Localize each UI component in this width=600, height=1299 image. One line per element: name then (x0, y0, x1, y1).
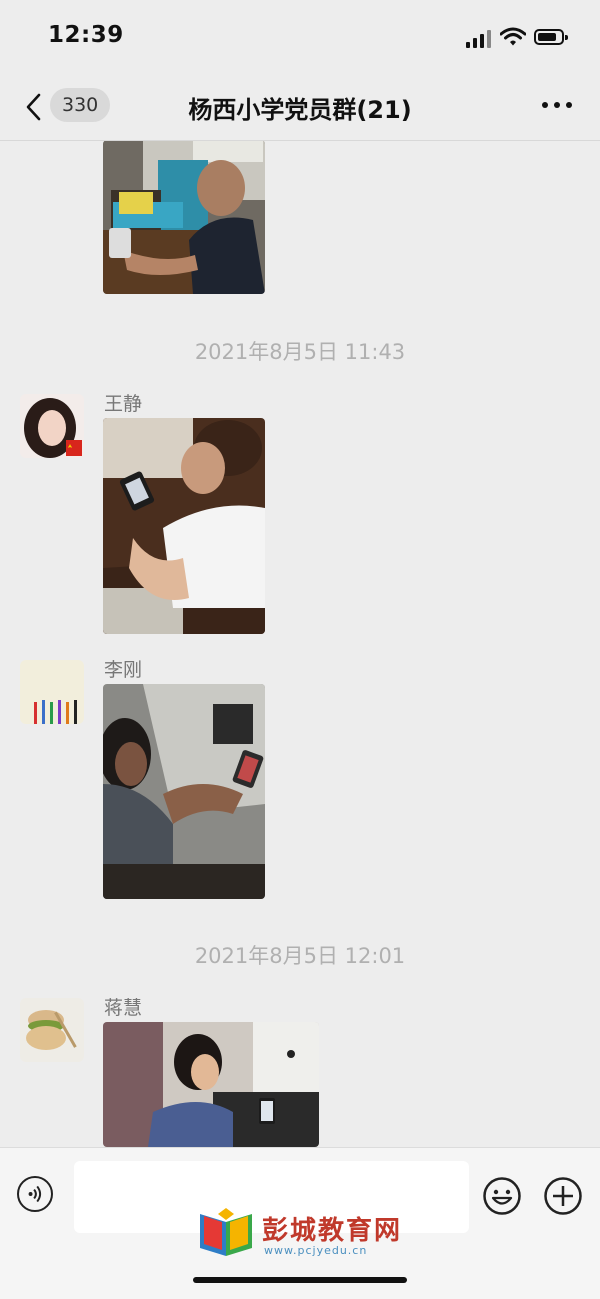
cellular-signal-icon (466, 30, 492, 48)
emoji-icon[interactable] (482, 1176, 522, 1216)
wifi-icon (500, 27, 526, 46)
home-indicator[interactable] (193, 1277, 407, 1283)
voice-input-icon[interactable] (17, 1176, 53, 1212)
watermark-text: 彭城教育网 (262, 1216, 403, 1246)
watermark-logo: 彭城教育网 www.pcjyedu.cn (196, 1206, 416, 1262)
status-bar: 12:39 (0, 0, 600, 76)
message-timestamp: 2021年8月5日 12:01 (194, 944, 406, 968)
message-photo[interactable] (103, 418, 265, 634)
sender-name: 王静 (104, 393, 143, 415)
add-attachment-icon[interactable] (543, 1176, 583, 1216)
message-photo[interactable] (103, 141, 265, 294)
chat-title: 杨西小学党员群(21) (188, 96, 412, 124)
chat-header: 330 杨西小学党员群(21) (0, 76, 600, 141)
status-time: 12:39 (48, 22, 124, 48)
avatar[interactable] (20, 394, 84, 458)
message-photo[interactable] (103, 684, 265, 899)
sender-name: 蒋慧 (104, 997, 143, 1019)
more-options-icon[interactable] (542, 102, 574, 110)
message-timestamp: 2021年8月5日 11:43 (194, 340, 406, 364)
avatar[interactable] (20, 660, 84, 724)
sender-name: 李刚 (104, 659, 143, 681)
avatar[interactable] (20, 998, 84, 1062)
watermark-url: www.pcjyedu.cn (264, 1244, 368, 1257)
message-list[interactable]: 2021年8月5日 11:43 王静 李刚 2021年8月5日 12:01 蒋慧 (0, 141, 600, 1147)
battery-icon (534, 29, 568, 45)
book-logo-icon (200, 1208, 252, 1256)
message-photo[interactable] (103, 1022, 319, 1147)
